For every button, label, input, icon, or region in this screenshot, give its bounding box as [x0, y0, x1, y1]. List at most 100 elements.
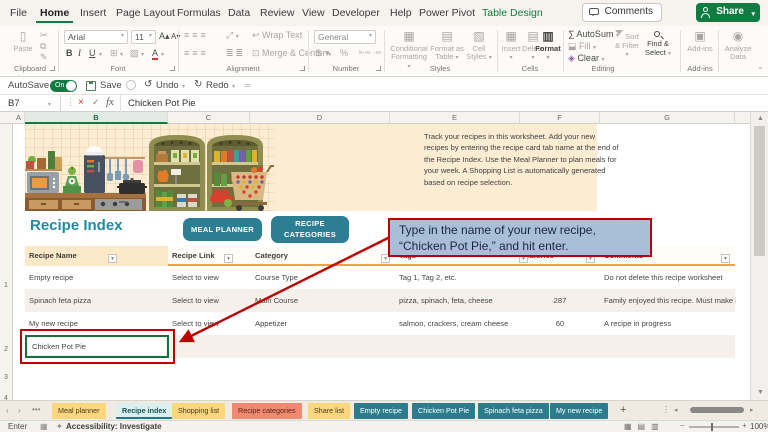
customize-qat-icon[interactable]: ≂ [244, 81, 251, 90]
number-dialog-launcher[interactable] [376, 66, 381, 71]
column-header-b[interactable]: B [25, 112, 168, 124]
zoom-slider[interactable] [689, 426, 739, 428]
sheet-tab-share-list[interactable]: Share list [308, 403, 350, 419]
tab-view[interactable]: View [298, 5, 329, 21]
cell-g6[interactable]: A recipe in progress [604, 312, 736, 335]
comments-button[interactable]: Comments [581, 3, 662, 22]
formula-input[interactable]: Chicken Pot Pie [128, 98, 196, 109]
indent-icons[interactable]: ≣≣ [226, 48, 245, 59]
zoom-slider-thumb[interactable] [711, 423, 713, 431]
undo-icon[interactable]: ↺ [144, 79, 152, 90]
font-dialog-launcher[interactable] [170, 66, 175, 71]
name-box-dropdown-icon[interactable]: ▾ [48, 101, 51, 108]
zoom-in-icon[interactable]: + [742, 421, 747, 430]
autosave-toggle[interactable]: On [50, 80, 77, 92]
font-color-icon[interactable]: A [152, 48, 159, 60]
cell-b4[interactable]: Empty recipe [29, 266, 164, 289]
tab-review[interactable]: Review [256, 5, 298, 21]
sheet-tab-spinach-feta-pizza[interactable]: Spinach feta pizza [478, 403, 549, 419]
grow-font-icon[interactable]: A▴ [159, 31, 170, 42]
cell-e5[interactable]: pizza, spinach, feta, cheese [399, 289, 517, 312]
bold-button[interactable]: B [66, 48, 73, 58]
tab-formulas[interactable]: Formulas [173, 5, 225, 21]
hscroll-right-icon[interactable]: ▸ [750, 406, 754, 414]
share-button[interactable]: Share ▾ [696, 3, 760, 22]
clear-button[interactable]: ◈ Clear ▾ [568, 53, 604, 64]
number-format-select[interactable]: General ▾ [314, 30, 376, 44]
cell-f5[interactable]: 287 [520, 289, 600, 312]
name-box[interactable]: B7 [8, 98, 20, 109]
sort-filter-button[interactable]: Sort & Filter ▾ [614, 30, 640, 59]
scroll-down-icon[interactable]: ▼ [757, 389, 764, 396]
underline-button[interactable]: U [89, 48, 96, 58]
row-header-1[interactable]: 1 [0, 282, 12, 298]
meal-planner-button[interactable]: MEAL PLANNER [183, 218, 262, 241]
clipboard-dialog-launcher[interactable] [50, 66, 55, 71]
cancel-entry-icon[interactable]: × [78, 97, 84, 108]
alignment-dialog-launcher[interactable] [300, 66, 305, 71]
cell-c4[interactable]: Select to view [172, 266, 252, 289]
sheet-tab-recipe-index[interactable]: Recipe index [116, 403, 173, 419]
add-sheet-button[interactable]: + [620, 404, 626, 416]
cell-d6[interactable]: Appetizer [255, 312, 385, 335]
cell-c6[interactable]: Select to view [172, 312, 252, 335]
hscroll-options-icon[interactable]: ⋮ [662, 405, 670, 414]
addins-button[interactable]: ▣ Add-ins [686, 29, 714, 53]
undo-label[interactable]: Undo [156, 80, 179, 91]
column-header-d[interactable]: D [250, 112, 390, 124]
more-options-icon[interactable]: ⋮ [66, 97, 75, 108]
tab-data[interactable]: Data [224, 5, 254, 21]
column-header-a[interactable]: A [13, 112, 25, 124]
redo-label[interactable]: Redo [206, 80, 229, 91]
decimal-icons[interactable]: ⁺⁰⁰ ⁻⁰⁰ [362, 50, 381, 58]
zoom-level[interactable]: 100% [750, 422, 768, 431]
vertical-scrollbar[interactable]: ▲ ▼ [750, 112, 768, 400]
filter-icon-recipe-link[interactable]: ▾ [224, 254, 233, 263]
paste-button[interactable]: ▯ Paste [8, 29, 38, 53]
save-label[interactable]: Save [100, 80, 122, 91]
horizontal-scrollbar-thumb[interactable] [690, 407, 744, 413]
borders-icon[interactable]: ⊞ ▾ [110, 48, 123, 59]
accessibility-status[interactable]: Accessibility: Investigate [66, 422, 162, 431]
font-size-select[interactable]: 11 ▾ [131, 30, 156, 44]
filter-icon-comments[interactable]: ▾ [721, 254, 730, 263]
cell-styles-button[interactable]: ▧ Cell Styles ▾ [464, 29, 494, 62]
filter-icon-recipe-name[interactable]: ▾ [108, 254, 117, 263]
column-header-c[interactable]: C [168, 112, 250, 124]
view-shortcut-icons[interactable]: ▦▤▥ [624, 422, 665, 431]
sheet-tab-empty-recipe[interactable]: Empty recipe [354, 403, 408, 419]
sheet-tab-chicken-pot-pie[interactable]: Chicken Pot Pie [412, 403, 476, 419]
collapse-ribbon-icon[interactable]: ⌄ [757, 62, 764, 71]
cell-e4[interactable]: Tag 1, Tag 2, etc. [399, 266, 517, 289]
tab-developer[interactable]: Developer [328, 5, 384, 21]
italic-button[interactable]: I [78, 48, 81, 58]
header-category[interactable]: Category [255, 246, 288, 266]
wrap-text-button[interactable]: ↩ Wrap Text [252, 30, 302, 41]
column-header-e[interactable]: E [390, 112, 520, 124]
autosum-button[interactable]: ∑ AutoSum ▾ [568, 29, 619, 39]
zoom-out-icon[interactable]: − [680, 421, 685, 430]
tab-insert[interactable]: Insert [76, 5, 110, 21]
insert-function-icon[interactable]: fx [106, 96, 114, 108]
tab-page-layout[interactable]: Page Layout [112, 5, 179, 21]
orientation-icon[interactable]: ⤢ ▾ [226, 30, 239, 41]
cell-b5[interactable]: Spinach feta pizza [29, 289, 164, 312]
copy-icon[interactable]: ⧉ [40, 41, 46, 52]
column-header-f[interactable]: F [520, 112, 600, 124]
row-header-2[interactable]: 2 [0, 346, 12, 360]
cell-d4[interactable]: Course Type [255, 266, 385, 289]
sheet-tab-shopping-list[interactable]: Shopping list [172, 403, 226, 419]
vertical-scrollbar-thumb[interactable] [754, 126, 765, 256]
undo-dropdown-icon[interactable]: ▾ [182, 83, 185, 90]
scroll-up-icon[interactable]: ▲ [757, 115, 764, 122]
horizontal-align-icons[interactable]: ≡≡≡ [184, 48, 209, 58]
format-cells-button[interactable]: ▥ Format ▾ [534, 29, 562, 62]
format-painter-icon[interactable]: ✎ [40, 52, 48, 63]
recipe-categories-button[interactable]: RECIPE CATEGORIES [271, 216, 349, 243]
cell-c5[interactable]: Select to view [172, 289, 252, 312]
cell-g4[interactable]: Do not delete this recipe worksheet [604, 266, 736, 289]
tab-home[interactable]: Home [36, 5, 74, 23]
fill-button[interactable]: ⬓ Fill ▾ [568, 41, 596, 52]
row-header-3[interactable]: 3 [0, 374, 12, 388]
hscroll-left-icon[interactable]: ◂ [674, 406, 678, 414]
